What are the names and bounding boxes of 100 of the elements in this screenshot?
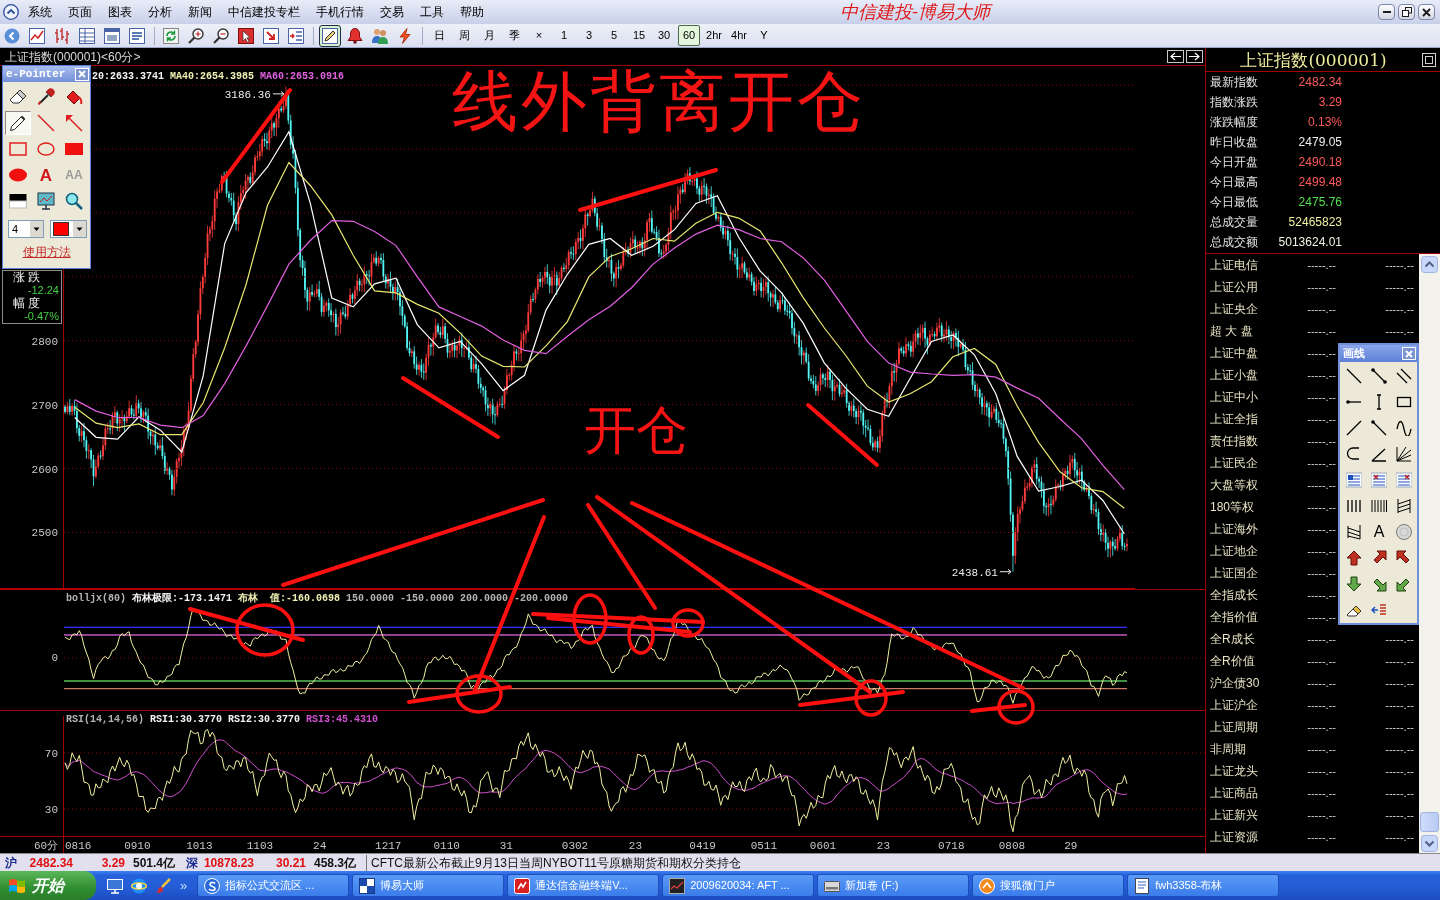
- index-name[interactable]: 上证商品: [1206, 784, 1295, 802]
- hand-drawn-line: [970, 703, 1027, 713]
- hand-drawn-circle: [627, 615, 655, 655]
- index-name[interactable]: 上证海外: [1206, 520, 1295, 538]
- slanted-lines-icon: [1396, 498, 1412, 514]
- index-name[interactable]: 上证小盘: [1206, 366, 1295, 384]
- hand-drawn-circle: [235, 603, 295, 657]
- scroll-right-button[interactable]: [1186, 50, 1203, 63]
- quote-value: 30.21: [274, 854, 306, 871]
- period-button[interactable]: 30: [653, 25, 675, 46]
- index-name[interactable]: 超 大 盘: [1206, 322, 1295, 340]
- index-value: -----.--: [1384, 323, 1414, 339]
- restore-button[interactable]: [1398, 4, 1415, 20]
- index-name[interactable]: 上证央企: [1206, 300, 1295, 318]
- index-name[interactable]: 上证龙头: [1206, 762, 1295, 780]
- period-button[interactable]: ×: [528, 25, 550, 46]
- chart-logo-icon: [514, 877, 531, 894]
- index-name[interactable]: 大盘等权: [1206, 476, 1295, 494]
- period-button[interactable]: 1: [553, 25, 575, 46]
- system-menu-icon[interactable]: [3, 4, 19, 20]
- menu-item[interactable]: 系统: [20, 1, 60, 23]
- index-name[interactable]: 全指价值: [1206, 608, 1295, 626]
- close-button[interactable]: [1418, 4, 1435, 20]
- period-button[interactable]: 3: [578, 25, 600, 46]
- text-tool[interactable]: A: [1367, 520, 1391, 544]
- axis-label: 0419: [689, 840, 716, 852]
- index-name[interactable]: 上证周期: [1206, 718, 1295, 736]
- index-name[interactable]: 上证民企: [1206, 454, 1295, 472]
- period-button[interactable]: 季: [503, 25, 525, 46]
- index-name[interactable]: 全指成长: [1206, 586, 1295, 604]
- quote-label: 今日开盘: [1210, 154, 1258, 171]
- scroll-thumb[interactable]: [1420, 812, 1439, 832]
- chevron-down-icon: [1421, 834, 1438, 852]
- checkered-square-icon: [359, 877, 376, 894]
- axis-label: 70: [44, 748, 58, 760]
- index-name[interactable]: 上证公用: [1206, 278, 1295, 296]
- line-width-select[interactable]: 4: [8, 220, 44, 238]
- index-name[interactable]: 沪企债30: [1206, 674, 1295, 692]
- index-name[interactable]: 上证国企: [1206, 564, 1295, 582]
- help-link[interactable]: 使用方法: [22, 245, 71, 259]
- index-name[interactable]: 责任指数: [1206, 432, 1295, 450]
- hand-drawn-circle: [671, 608, 705, 638]
- minimize-button[interactable]: [1378, 4, 1395, 20]
- menu-item[interactable]: 交易: [372, 1, 412, 23]
- right-arrow-icon: [1189, 52, 1200, 61]
- period-button[interactable]: 2hr: [703, 25, 725, 46]
- index-value: -----.--: [1306, 543, 1336, 559]
- index-name[interactable]: 上证沪企: [1206, 696, 1295, 714]
- period-button[interactable]: 4hr: [728, 25, 750, 46]
- period-button[interactable]: 月: [478, 25, 500, 46]
- index-value: -----.--: [1306, 477, 1336, 493]
- pencil-tool[interactable]: [5, 111, 31, 135]
- dense-lines-icon: [1371, 498, 1387, 514]
- index-name[interactable]: 全R价值: [1206, 652, 1295, 670]
- axis-label: 2700: [31, 399, 58, 412]
- globe-button[interactable]: [130, 876, 148, 895]
- scroll-down-button[interactable]: [1419, 833, 1440, 853]
- period-button[interactable]: 60: [678, 25, 700, 46]
- legend-label: MA60:2653.0916: [260, 71, 345, 83]
- menu-item[interactable]: 图表: [100, 1, 140, 23]
- text-tool[interactable]: A: [33, 163, 59, 187]
- index-name[interactable]: 上证中盘: [1206, 344, 1295, 362]
- period-button[interactable]: 周: [453, 25, 475, 46]
- axis-label: 0910: [124, 840, 151, 852]
- menu-item[interactable]: 分析: [140, 1, 180, 23]
- index-name[interactable]: 非周期: [1206, 740, 1295, 758]
- period-button[interactable]: 日: [428, 25, 450, 46]
- document-icon: [129, 27, 145, 44]
- menu-item[interactable]: 工具: [412, 1, 452, 23]
- index-name[interactable]: 上证资源: [1206, 828, 1295, 846]
- color-select[interactable]: [49, 220, 87, 238]
- menu-item[interactable]: 手机行情: [308, 1, 372, 23]
- brush-button[interactable]: [154, 876, 172, 895]
- maximize-button[interactable]: [1421, 51, 1437, 68]
- desktop-button[interactable]: [106, 876, 124, 895]
- index-name[interactable]: 180等权: [1206, 498, 1295, 516]
- index-name[interactable]: 全R成长: [1206, 630, 1295, 648]
- index-name[interactable]: 上证中小: [1206, 388, 1295, 406]
- start-button[interactable]: 开始: [0, 871, 96, 900]
- period-button[interactable]: 5: [603, 25, 625, 46]
- index-name[interactable]: 上证全指: [1206, 410, 1295, 428]
- index-name[interactable]: 上证新兴: [1206, 806, 1295, 824]
- menu-item[interactable]: 新闻: [180, 1, 220, 23]
- drawing-button[interactable]: [319, 24, 341, 47]
- menu-item[interactable]: 中信建投专栏: [220, 1, 308, 23]
- news-ticker[interactable]: CFTC最新公布截止9月13日当周NYBOT11号原糖期货和期权分类持仓: [366, 854, 741, 871]
- period-button[interactable]: Y: [753, 25, 775, 46]
- period-button[interactable]: 15: [628, 25, 650, 46]
- scroll-up-button[interactable]: [1419, 254, 1440, 274]
- quote-value: 2482.34: [1298, 74, 1342, 91]
- monitor-icon: [37, 192, 55, 210]
- index-name[interactable]: 上证地企: [1206, 542, 1295, 560]
- scroll-left-button[interactable]: [1167, 50, 1184, 63]
- menu-item[interactable]: 页面: [60, 1, 100, 23]
- close-icon: [1405, 349, 1413, 358]
- more-button[interactable]: »: [176, 876, 192, 895]
- index-name[interactable]: 上证电信: [1206, 256, 1295, 274]
- menu-item[interactable]: 帮助: [452, 1, 492, 23]
- scrollbar[interactable]: [1419, 254, 1440, 853]
- search-icon: [65, 192, 83, 210]
